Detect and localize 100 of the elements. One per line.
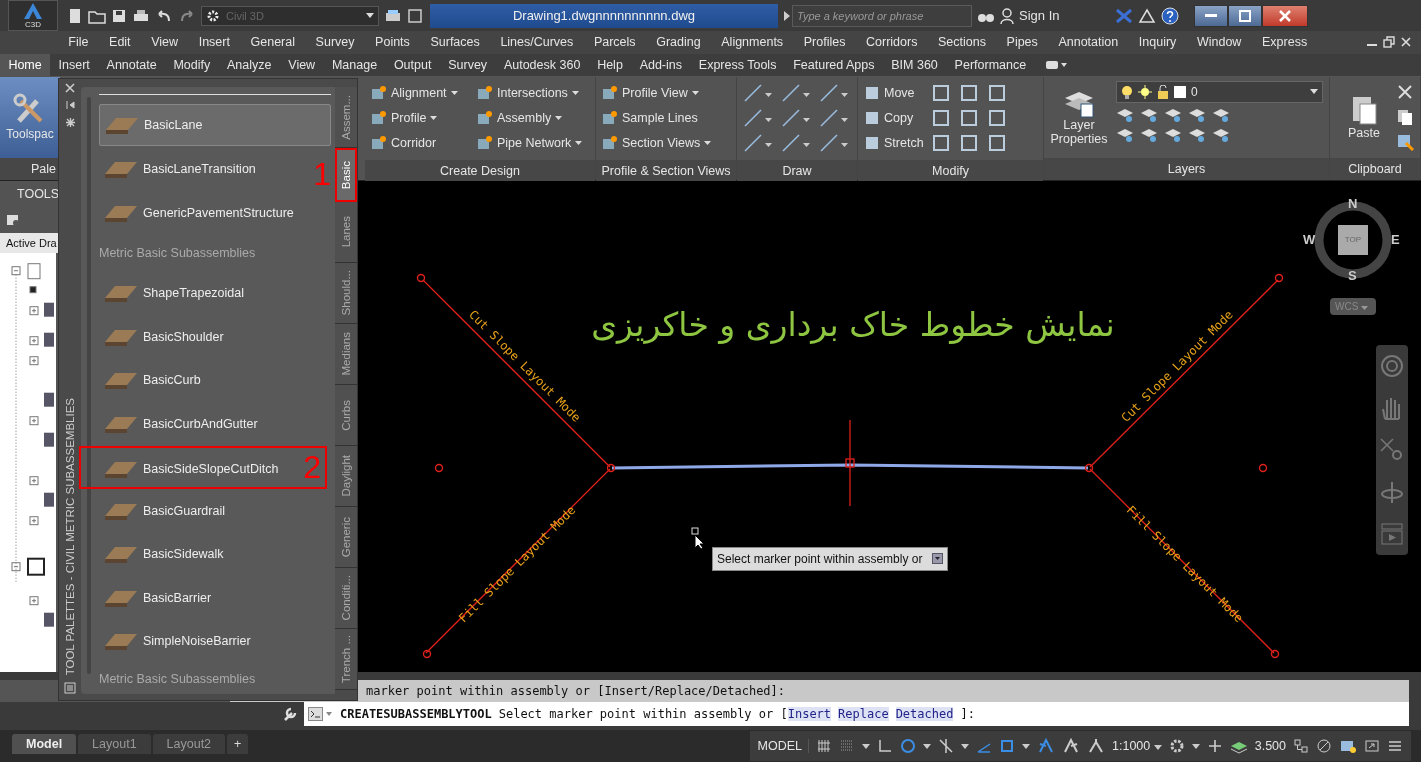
caret-icon[interactable] — [961, 743, 969, 749]
menu-item[interactable]: Grading — [645, 35, 711, 50]
ribbon-tab[interactable]: Annotate — [98, 53, 165, 76]
close-icon[interactable] — [65, 83, 75, 93]
palette-tool[interactable]: GenericPavementStructure — [99, 191, 300, 235]
command-option[interactable]: Insert — [787, 707, 832, 722]
toolspace-tab[interactable]: Active Dra — [0, 232, 58, 253]
palette-tool[interactable]: BasicBarrier — [99, 576, 218, 620]
palette-tab[interactable]: Trench ... — [335, 629, 357, 690]
palette-tool[interactable]: BasicCurb — [99, 358, 207, 402]
ribbon-tab[interactable]: Modify — [165, 53, 219, 76]
expand-arrow-icon[interactable] — [783, 10, 791, 21]
ribbon-tool[interactable]: Stretch — [864, 135, 924, 152]
ortho-icon[interactable] — [877, 738, 893, 754]
plot-icon[interactable] — [384, 7, 402, 24]
share-icon[interactable] — [407, 7, 425, 24]
command-option[interactable]: Detached — [895, 707, 954, 722]
palette-tool[interactable]: BasicSideSlopeCutDitch — [99, 447, 285, 491]
ribbon-tool[interactable]: Profile — [371, 105, 438, 131]
menu-item[interactable]: Express — [1251, 35, 1318, 50]
ribbon-tab[interactable]: BIM 360 — [882, 53, 947, 76]
ribbon-tool[interactable]: Sample Lines — [602, 105, 698, 131]
menu-item[interactable]: Profiles — [793, 35, 856, 50]
toolspace-button[interactable]: Toolspac — [0, 76, 60, 158]
menu-item[interactable]: Inquiry — [1128, 35, 1187, 50]
marker-point[interactable] — [416, 273, 426, 283]
polar-icon[interactable] — [900, 738, 916, 754]
marker-point[interactable] — [1274, 273, 1284, 283]
ribbon-tool[interactable]: Pipe Network — [477, 130, 583, 156]
palette-tool[interactable]: BasicCurbAndGutter — [99, 402, 264, 446]
compass-label[interactable]: E — [1391, 231, 1400, 247]
layer-tool-icon[interactable] — [1212, 106, 1230, 123]
panel-title[interactable]: Profile & Section Views — [596, 159, 736, 182]
plus-icon[interactable] — [1206, 738, 1223, 754]
ribbon-tab[interactable]: Featured Apps — [784, 53, 883, 76]
draw-tool-icon[interactable] — [743, 133, 773, 154]
draw-tool-icon[interactable] — [819, 108, 849, 129]
palette-tool[interactable]: BasicShoulder — [99, 315, 230, 359]
menu-item[interactable]: Pipes — [996, 35, 1049, 50]
expand-icon[interactable] — [932, 553, 944, 565]
auto-hide-icon[interactable] — [65, 100, 75, 110]
layer-properties-button[interactable]: Layer Properties — [1050, 80, 1108, 154]
compass-label[interactable]: S — [1348, 267, 1357, 283]
ribbon-tab[interactable]: Home — [0, 53, 51, 76]
palette-tab[interactable]: Curbs — [335, 385, 357, 446]
panel-toggle-icon[interactable] — [1044, 59, 1067, 70]
panel-title[interactable]: Clipboard — [1330, 157, 1420, 180]
layer-tool-icon[interactable] — [1164, 126, 1182, 143]
isolate-icon[interactable] — [1316, 738, 1332, 754]
palette-tab[interactable]: Assem... — [335, 87, 357, 148]
menu-item[interactable]: Corridors — [855, 35, 928, 50]
layer-tool-icon[interactable] — [1188, 126, 1206, 143]
app-logo[interactable]: C3D — [8, 0, 58, 31]
layer-dropdown[interactable]: 0 — [1116, 80, 1323, 103]
compass-label[interactable]: N — [1348, 195, 1358, 211]
menu-item[interactable]: Insert — [188, 35, 241, 50]
caret-icon[interactable] — [1191, 743, 1200, 749]
draw-tool-icon[interactable] — [819, 83, 849, 104]
layer-tool-icon[interactable] — [1188, 106, 1206, 123]
ribbon-tab[interactable]: Autodesk 360 — [495, 53, 589, 76]
layout-tab[interactable]: Layout2 — [152, 734, 226, 754]
redo-icon[interactable] — [178, 7, 196, 24]
panel-title[interactable]: Modify — [858, 159, 1043, 182]
layer-tool-icon[interactable] — [1212, 126, 1230, 143]
showmotion-icon[interactable] — [1379, 520, 1405, 547]
properties-icon[interactable] — [64, 117, 76, 128]
ribbon-tab[interactable]: Survey — [439, 53, 496, 76]
panel-title[interactable]: Layers — [1044, 157, 1329, 180]
palette-menu-icon[interactable] — [64, 682, 76, 694]
grid-icon[interactable] — [816, 738, 832, 754]
undo-icon[interactable] — [155, 7, 173, 24]
menu-item[interactable]: Parcels — [583, 35, 646, 50]
search-field[interactable]: Type a keyword or phrase — [792, 4, 972, 27]
network-icon[interactable] — [1293, 738, 1309, 754]
match-properties-icon[interactable] — [1396, 132, 1414, 151]
palette-tab[interactable]: Generic — [335, 507, 357, 568]
steering-wheel-icon[interactable] — [1379, 352, 1405, 379]
menu-item[interactable]: General — [240, 35, 306, 50]
save-icon[interactable] — [111, 7, 127, 24]
wrench-icon[interactable] — [282, 706, 298, 723]
ribbon-tab[interactable]: Add-ins — [631, 53, 691, 76]
menu-item[interactable]: View — [140, 35, 189, 50]
panel-title[interactable]: Create Design — [365, 159, 595, 182]
layer-tool-icon[interactable] — [1116, 106, 1134, 123]
menu-item[interactable]: Alignments — [711, 35, 794, 50]
ribbon-tab[interactable]: Analyze — [218, 53, 280, 76]
menu-item[interactable]: Edit — [98, 35, 141, 50]
palette-tab[interactable]: Daylight — [335, 446, 357, 507]
caret-icon[interactable] — [862, 743, 870, 749]
command-prompt-icon[interactable] — [308, 707, 334, 722]
layer-tool-icon[interactable] — [1116, 126, 1134, 143]
marker-point[interactable] — [1084, 463, 1094, 473]
ribbon-tab[interactable]: Insert — [50, 53, 99, 76]
draw-tool-icon[interactable] — [743, 83, 773, 104]
restore-icon[interactable] — [1383, 36, 1395, 49]
draw-tool-icon[interactable] — [743, 108, 773, 129]
layer-tool-icon[interactable] — [1164, 106, 1182, 123]
model-space-button[interactable]: MODEL — [757, 739, 809, 753]
settings-icon[interactable] — [1168, 738, 1185, 754]
new-file-icon[interactable] — [67, 7, 83, 24]
